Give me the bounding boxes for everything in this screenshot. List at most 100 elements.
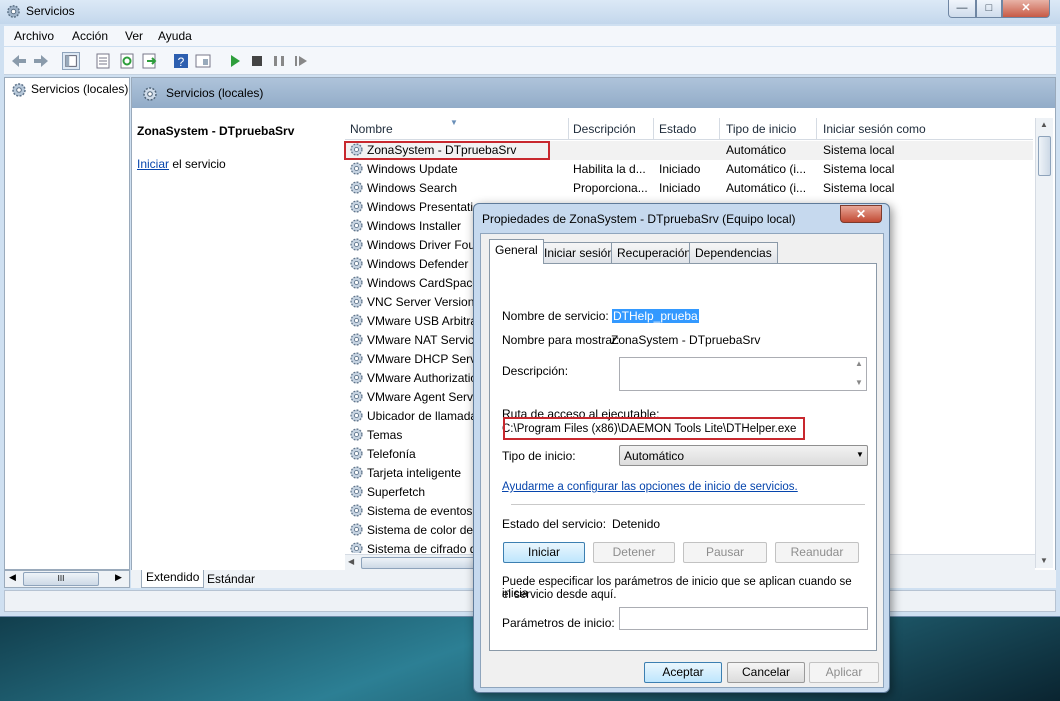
tab-logon[interactable]: Iniciar sesión <box>538 242 621 263</box>
scroll-up-icon[interactable]: ▲ <box>1040 120 1048 129</box>
resume-button[interactable]: Reanudar <box>775 542 859 563</box>
title-bar: Servicios — □ ✕ <box>0 0 1060 24</box>
column-header-description[interactable]: Descripción <box>573 122 636 136</box>
window-title: Servicios <box>26 4 75 18</box>
service-gear-icon <box>350 409 363 422</box>
service-gear-icon <box>350 200 363 213</box>
dialog-body: General Iniciar sesión Recuperación Depe… <box>480 233 884 688</box>
list-vertical-thumb[interactable] <box>1038 136 1051 176</box>
play-icon[interactable] <box>226 52 244 70</box>
maximize-button[interactable]: □ <box>976 0 1002 18</box>
service-gear-icon <box>350 428 363 441</box>
service-logon: Sistema local <box>823 181 895 195</box>
service-name-value[interactable]: DTHelp_prueba <box>612 309 699 323</box>
export-list-icon[interactable] <box>140 52 158 70</box>
toolbar: ? <box>4 47 1056 75</box>
chevron-down-icon: ▼ <box>856 450 864 459</box>
refresh-icon[interactable] <box>118 52 136 70</box>
menu-accion[interactable]: Acción <box>72 29 108 43</box>
service-gear-icon <box>350 523 363 536</box>
properties-list-icon[interactable] <box>94 52 112 70</box>
column-header-name[interactable]: Nombre <box>350 122 393 136</box>
service-name: Windows Search <box>367 181 458 195</box>
scroll-down-icon[interactable]: ▼ <box>1040 556 1048 565</box>
stop-icon[interactable] <box>248 52 266 70</box>
services-gear-icon <box>12 83 26 97</box>
view-icon[interactable] <box>194 52 212 70</box>
service-row[interactable]: Windows Update Habilita la d... Iniciado Au… <box>345 160 1033 179</box>
column-divider[interactable] <box>653 118 654 140</box>
tree-item-services-local[interactable]: Servicios (locales) <box>31 82 128 96</box>
service-gear-icon <box>350 219 363 232</box>
scroll-left-icon[interactable]: ◀ <box>348 557 354 566</box>
service-gear-icon <box>350 238 363 251</box>
help-configure-link[interactable]: Ayudarme a configurar las opciones de in… <box>502 481 798 493</box>
menu-archivo[interactable]: Archivo <box>14 29 54 43</box>
cancel-button[interactable]: Cancelar <box>727 662 805 683</box>
service-description: Habilita la d... <box>573 162 646 176</box>
scroll-down-icon[interactable]: ▼ <box>855 378 863 387</box>
tab-general[interactable]: General <box>489 239 544 264</box>
tree-scroll-thumb[interactable]: III <box>23 572 99 586</box>
divider <box>511 504 865 505</box>
forward-arrow-icon[interactable] <box>32 52 50 70</box>
start-type-dropdown[interactable]: Automático ▼ <box>619 445 868 466</box>
stop-button[interactable]: Detener <box>593 542 675 563</box>
tab-standard[interactable]: Estándar <box>207 572 255 586</box>
service-start-type: Automático (i... <box>726 181 807 195</box>
column-divider[interactable] <box>816 118 817 140</box>
service-gear-icon <box>350 447 363 460</box>
back-arrow-icon[interactable] <box>10 52 28 70</box>
minimize-button[interactable]: — <box>948 0 976 18</box>
service-gear-icon <box>350 314 363 327</box>
pause-icon[interactable] <box>270 52 288 70</box>
path-highlight-box <box>503 417 805 440</box>
ok-button[interactable]: Aceptar <box>644 662 722 683</box>
start-service-text: Iniciar el servicio <box>137 157 226 171</box>
detail-service-title: ZonaSystem - DTpruebaSrv <box>137 124 295 138</box>
list-header: ▼ Nombre Descripción Estado Tipo de inic… <box>345 118 1033 140</box>
start-service-link[interactable]: Iniciar <box>137 157 169 171</box>
tab-extended[interactable]: Extendido <box>141 570 205 588</box>
tab-dependencies[interactable]: Dependencias <box>689 242 778 263</box>
menu-ayuda[interactable]: Ayuda <box>158 29 192 43</box>
service-start-type: Automático (i... <box>726 162 807 176</box>
scroll-right-icon[interactable]: ▶ <box>115 572 122 583</box>
menu-ver[interactable]: Ver <box>125 29 143 43</box>
column-header-start-type[interactable]: Tipo de inicio <box>726 122 796 136</box>
service-name: Superfetch <box>367 485 426 499</box>
column-divider[interactable] <box>719 118 720 140</box>
apply-button[interactable]: Aplicar <box>809 662 879 683</box>
column-header-logon[interactable]: Iniciar sesión como <box>823 122 926 136</box>
service-gear-icon <box>350 333 363 346</box>
content-header: Servicios (locales) <box>132 78 1055 108</box>
column-divider[interactable] <box>568 118 569 140</box>
start-button[interactable]: Iniciar <box>503 542 585 563</box>
service-row[interactable]: Windows Search Proporciona... Iniciado Auto… <box>345 179 1033 198</box>
service-gear-icon <box>350 181 363 194</box>
help-icon[interactable]: ? <box>172 52 190 70</box>
scroll-up-icon[interactable]: ▲ <box>855 359 863 368</box>
service-status-value: Detenido <box>612 517 661 531</box>
show-tree-icon[interactable] <box>62 52 80 70</box>
tree-horizontal-scrollbar[interactable]: ◀ III ▶ <box>4 570 130 588</box>
close-button[interactable]: ✕ <box>1002 0 1050 18</box>
general-tab-panel: Nombre de servicio: DTHelp_prueba Nombre… <box>489 263 877 651</box>
column-header-state[interactable]: Estado <box>659 122 696 136</box>
service-name: Windows Presentation <box>367 200 487 214</box>
display-name-value[interactable]: ZonaSystem - DTpruebaSrv <box>611 333 760 347</box>
scroll-left-icon[interactable]: ◀ <box>9 572 16 583</box>
list-vertical-scrollbar[interactable]: ▲ ▼ <box>1035 118 1053 568</box>
service-gear-icon <box>350 162 363 175</box>
start-params-input[interactable] <box>619 607 868 630</box>
restart-icon[interactable] <box>292 52 310 70</box>
service-start-type: Automático <box>726 143 787 157</box>
description-field[interactable]: ▲ ▼ <box>619 357 867 391</box>
list-horizontal-thumb[interactable] <box>361 557 481 569</box>
service-properties-dialog: Propiedades de ZonaSystem - DTpruebaSrv … <box>473 203 890 693</box>
pause-button[interactable]: Pausar <box>683 542 767 563</box>
service-gear-icon <box>350 466 363 479</box>
service-name: Temas <box>367 428 403 442</box>
tab-recovery[interactable]: Recuperación <box>611 242 698 263</box>
dialog-close-button[interactable]: ✕ <box>840 205 882 223</box>
